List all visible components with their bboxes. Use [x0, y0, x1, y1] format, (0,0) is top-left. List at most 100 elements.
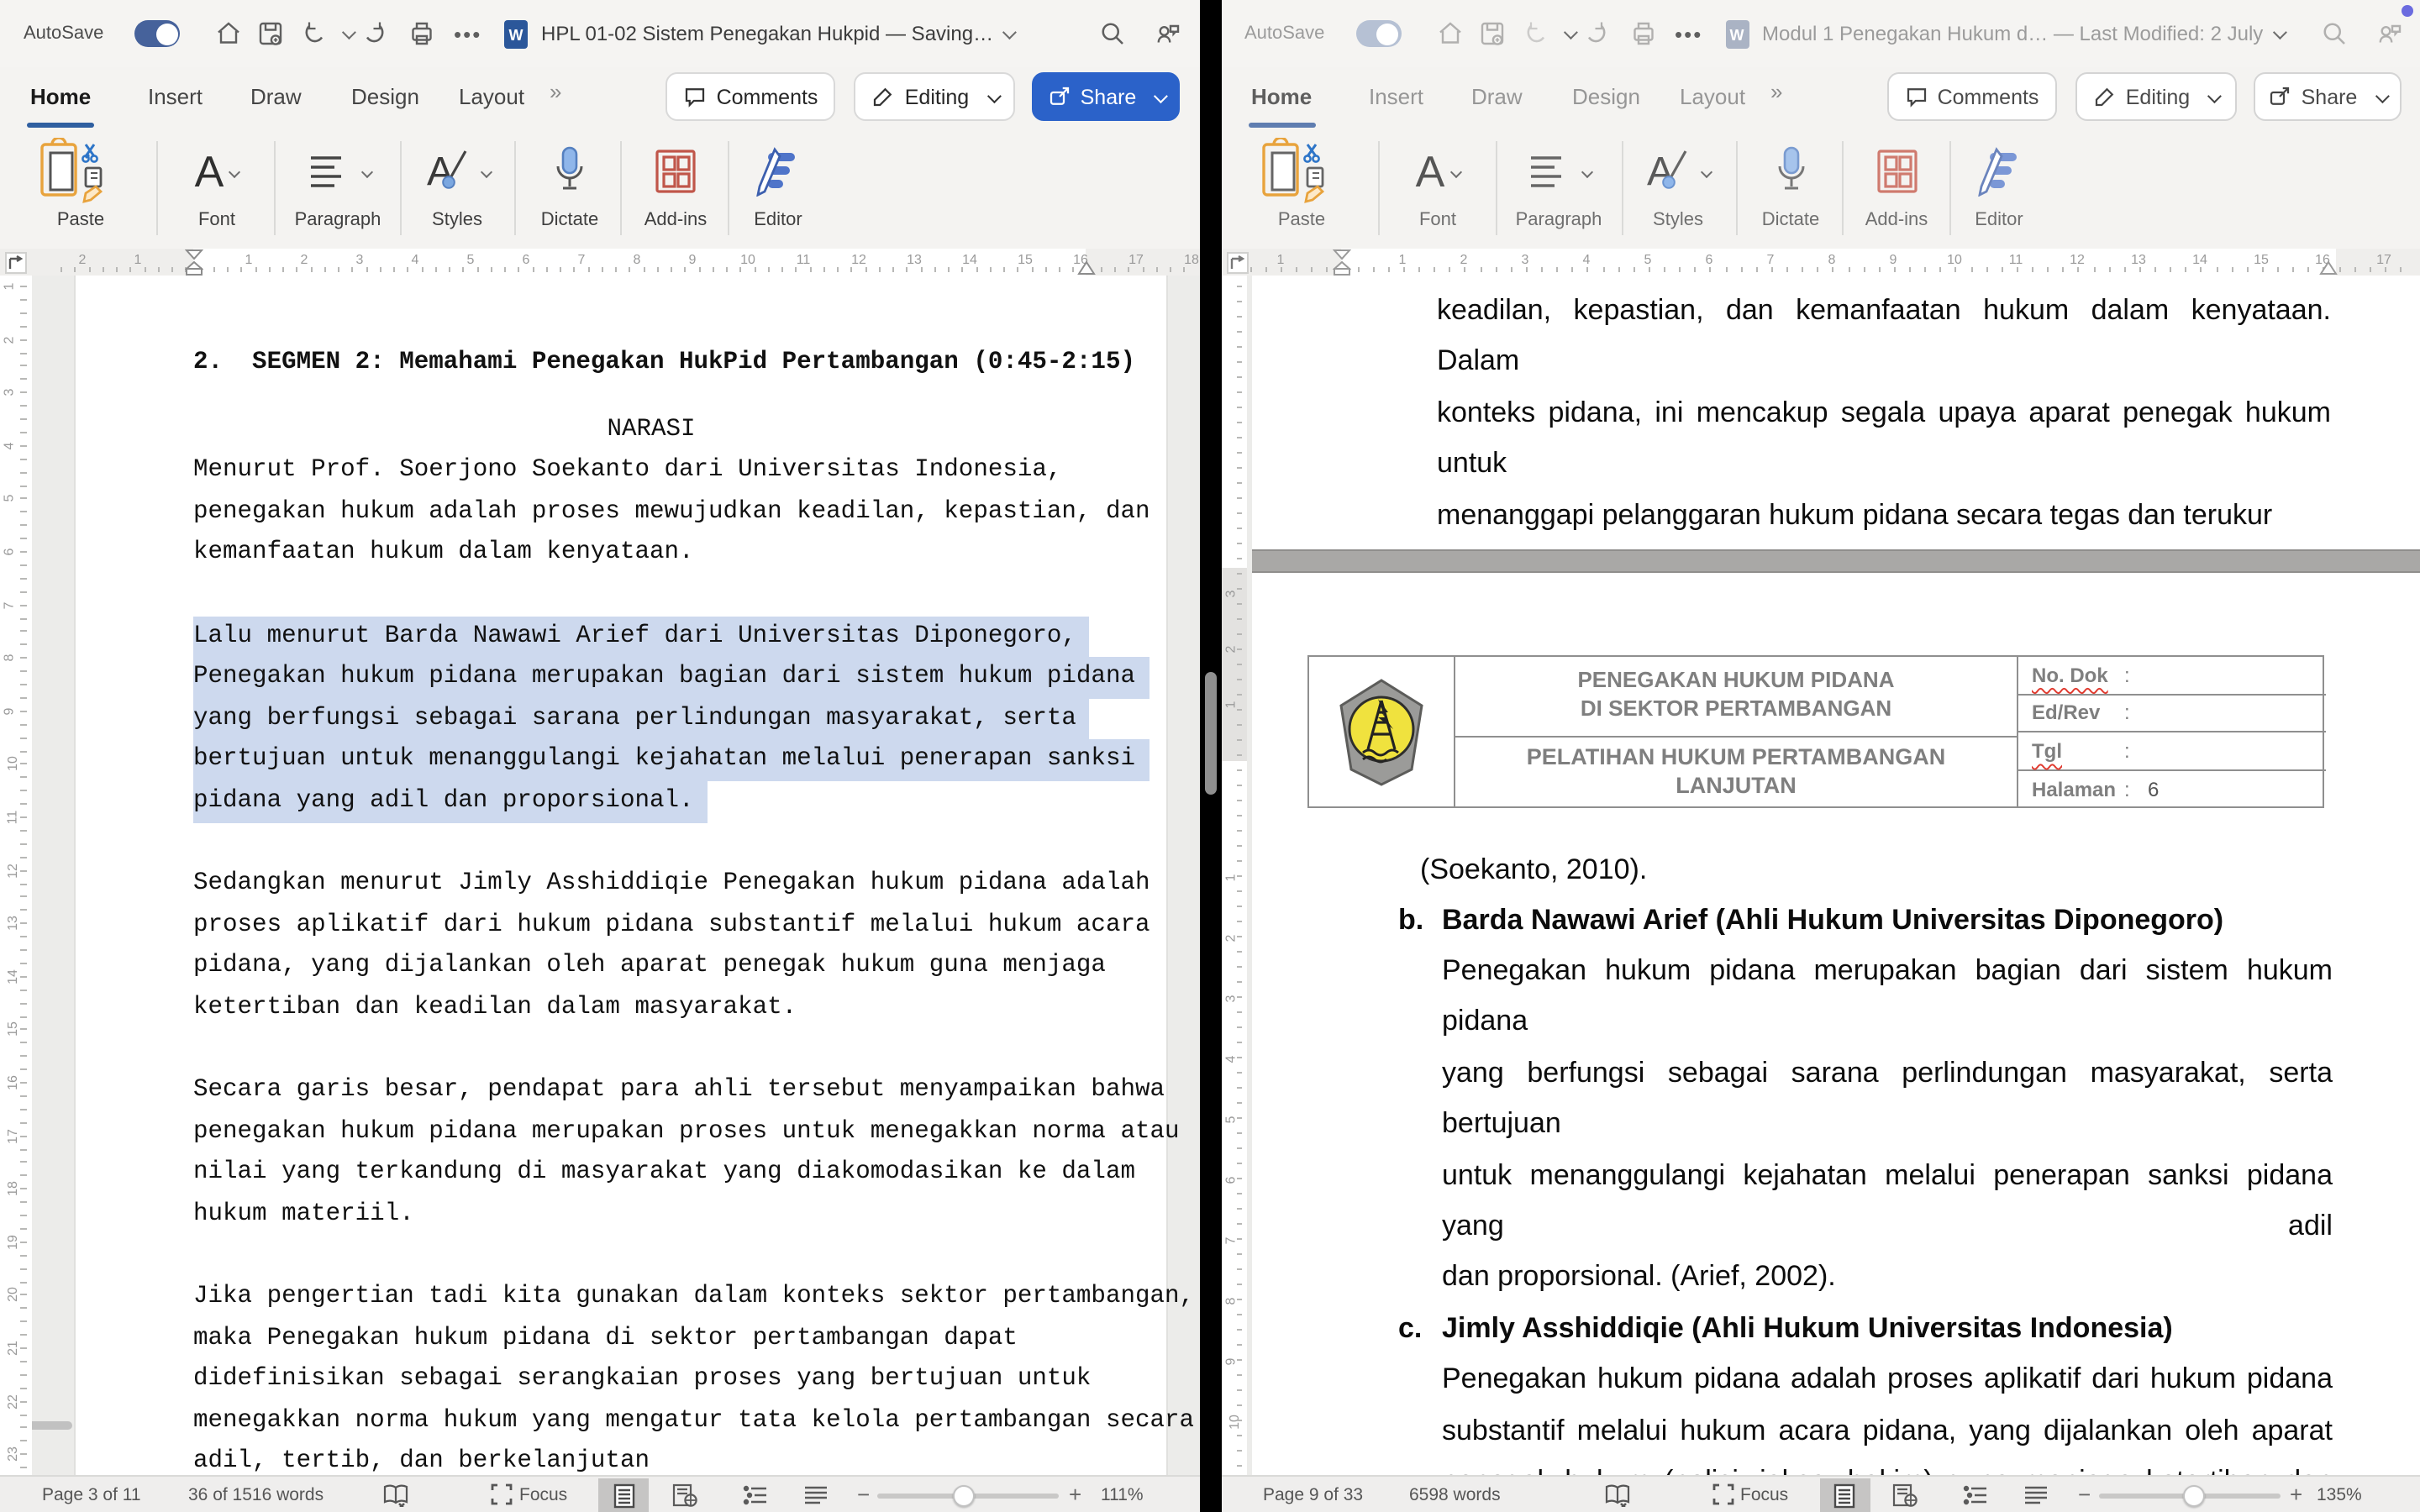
proofing-icon[interactable] — [1604, 1477, 1629, 1512]
indent-marker-left[interactable] — [185, 249, 203, 276]
tab-stop-selector-icon[interactable] — [5, 251, 27, 273]
home-icon[interactable] — [1434, 18, 1465, 49]
more-toolbar-icon[interactable]: ••• — [454, 0, 481, 67]
search-icon[interactable] — [2318, 18, 2349, 49]
search-icon[interactable] — [1097, 18, 1128, 49]
share-contact-icon[interactable] — [1153, 18, 1183, 49]
tab-stop-selector-icon[interactable] — [1226, 251, 1248, 273]
paste-group[interactable]: Paste — [13, 138, 148, 230]
tab-design[interactable]: Design — [351, 67, 419, 124]
zoom-percent[interactable]: 135% — [2317, 1477, 2362, 1512]
horizontal-ruler-right[interactable]: 211234567891011121314151617 — [1221, 249, 2420, 276]
vertical-ruler-left[interactable]: 1234567891011121314151617181920212223 — [0, 276, 32, 1475]
addins-group[interactable]: Add-ins — [632, 138, 719, 230]
editing-dropdown[interactable]: Editing — [854, 72, 1015, 121]
editor-group[interactable]: Editor — [1960, 138, 2038, 230]
paragraph-group[interactable]: Paragraph — [1507, 138, 1611, 230]
undo-icon[interactable] — [1520, 18, 1550, 49]
view-web-layout[interactable] — [1880, 1478, 1930, 1512]
document-page-left[interactable]: 2. SEGMEN 2: Memahami Penegakan HukPid P… — [74, 276, 1167, 1475]
zoom-percent[interactable]: 111% — [1101, 1477, 1144, 1512]
view-draft[interactable] — [790, 1478, 840, 1512]
tab-overflow-icon[interactable]: » — [550, 79, 561, 104]
comments-button[interactable]: Comments — [1886, 72, 2056, 121]
share-button[interactable]: Share — [1032, 72, 1180, 121]
page5-text[interactable]: keadilan, kepastian, dan kemanfaatan huk… — [1437, 276, 2331, 541]
word-count[interactable]: 6598 words — [1409, 1477, 1501, 1512]
addins-group[interactable]: Add-ins — [1853, 138, 1940, 230]
more-toolbar-icon[interactable]: ••• — [1675, 0, 1702, 67]
horizontal-ruler-left[interactable]: 21123456789101112131415161718 — [0, 249, 1199, 276]
styles-group[interactable]: A Styles — [1634, 138, 1722, 230]
view-print-layout[interactable] — [598, 1478, 649, 1512]
tab-layout[interactable]: Layout — [459, 67, 524, 124]
share-button[interactable]: Share — [2253, 72, 2401, 121]
document-area-left[interactable]: 2. SEGMEN 2: Memahami Penegakan HukPid P… — [0, 276, 1199, 1475]
table-info-row: Tgl: — [2018, 732, 2325, 770]
paragraph-group[interactable]: Paragraph — [286, 138, 390, 230]
tab-home[interactable]: Home — [30, 67, 91, 124]
doc-line: didefinisikan sebagai serangkaian proses… — [193, 1360, 1109, 1401]
zoom-slider-thumb[interactable] — [2182, 1484, 2204, 1506]
ruler-number: 9 — [1222, 1358, 1237, 1366]
indent-marker-right[interactable] — [2319, 260, 2338, 276]
word-count[interactable]: 36 of 1516 words — [188, 1477, 324, 1512]
split-view-divider-handle[interactable] — [1204, 672, 1216, 795]
tab-home[interactable]: Home — [1251, 67, 1312, 124]
view-outline[interactable] — [1950, 1478, 2001, 1512]
tab-design[interactable]: Design — [1572, 67, 1640, 124]
view-print-layout[interactable] — [1819, 1478, 1870, 1512]
indent-marker-right[interactable] — [1077, 260, 1096, 276]
tab-insert[interactable]: Insert — [1369, 67, 1423, 124]
editor-group[interactable]: Editor — [739, 138, 817, 230]
tab-insert[interactable]: Insert — [148, 67, 203, 124]
proofing-icon[interactable] — [383, 1477, 408, 1512]
view-web-layout[interactable] — [659, 1478, 709, 1512]
document-page-6[interactable]: PENEGAKAN HUKUM PIDANA DI SEKTOR PERTAMB… — [1252, 573, 2420, 1475]
document-page-5[interactable]: keadilan, kepastian, dan kemanfaatan huk… — [1252, 276, 2420, 549]
ruler-number: 2 — [1221, 251, 1222, 266]
tab-draw[interactable]: Draw — [250, 67, 302, 124]
zoom-slider-thumb[interactable] — [953, 1484, 975, 1506]
redo-icon[interactable] — [1581, 18, 1611, 49]
tab-draw[interactable]: Draw — [1471, 67, 1523, 124]
tab-overflow-icon[interactable]: » — [1770, 79, 1782, 104]
view-outline[interactable] — [729, 1478, 780, 1512]
undo-icon[interactable] — [299, 18, 329, 49]
redo-icon[interactable] — [360, 18, 390, 49]
font-group[interactable]: A Font — [173, 138, 260, 230]
styles-group[interactable]: A Styles — [413, 138, 501, 230]
editing-dropdown[interactable]: Editing — [2075, 72, 2236, 121]
dictate-group[interactable]: Dictate — [1749, 138, 1833, 230]
autosave-toggle[interactable] — [134, 20, 180, 47]
zoom-in-button[interactable]: + — [2290, 1477, 2302, 1512]
paste-group[interactable]: Paste — [1234, 138, 1369, 230]
focus-toggle[interactable]: Focus — [1712, 1477, 1788, 1512]
left-doc-text[interactable]: 2. SEGMEN 2: Memahami Penegakan HukPid P… — [76, 276, 1151, 1475]
zoom-out-button[interactable]: − — [857, 1477, 870, 1512]
save-icon[interactable] — [255, 18, 286, 49]
vertical-ruler-right[interactable]: 32112345678910 — [1221, 276, 1247, 1475]
print-icon[interactable] — [407, 18, 437, 49]
dictate-group[interactable]: Dictate — [528, 138, 612, 230]
document-area-right[interactable]: keadilan, kepastian, dan kemanfaatan huk… — [1221, 276, 2420, 1475]
indent-marker-left[interactable] — [1333, 249, 1351, 276]
share-contact-icon[interactable] — [2374, 18, 2404, 49]
autosave-toggle[interactable] — [1355, 20, 1401, 47]
page-indicator[interactable]: Page 9 of 33 — [1263, 1477, 1363, 1512]
comments-button[interactable]: Comments — [666, 72, 835, 121]
undo-chevron-icon[interactable] — [342, 25, 356, 39]
focus-toggle[interactable]: Focus — [491, 1477, 567, 1512]
view-draft[interactable] — [2011, 1478, 2061, 1512]
save-icon[interactable] — [1476, 18, 1507, 49]
font-group[interactable]: A Font — [1394, 138, 1481, 230]
home-icon[interactable] — [213, 18, 244, 49]
window-title[interactable]: HPL 01-02 Sistem Penegakan Hukpid — Savi… — [541, 0, 1013, 67]
print-icon[interactable] — [1628, 18, 1658, 49]
zoom-in-button[interactable]: + — [1069, 1477, 1081, 1512]
window-title[interactable]: Modul 1 Penegakan Hukum d… — Last Modifi… — [1762, 0, 2283, 67]
zoom-out-button[interactable]: − — [2078, 1477, 2091, 1512]
tab-layout[interactable]: Layout — [1680, 67, 1745, 124]
undo-chevron-icon[interactable] — [1563, 25, 1577, 39]
page-indicator[interactable]: Page 3 of 11 — [42, 1477, 141, 1512]
